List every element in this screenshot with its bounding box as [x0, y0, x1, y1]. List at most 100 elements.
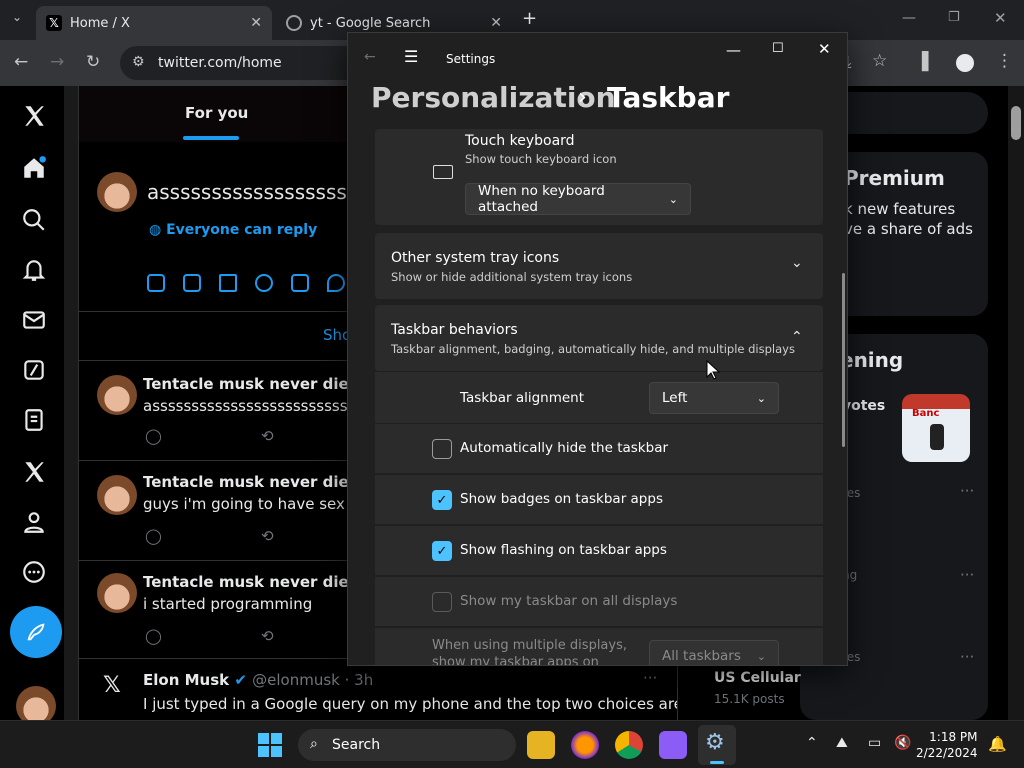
reload-icon[interactable]: ↻ [86, 52, 100, 72]
reply-setting[interactable]: ◍ Everyone can reply [149, 222, 317, 238]
behaviors-subtitle: Taskbar alignment, badging, automaticall… [391, 342, 795, 356]
trend-text[interactable]: votes [842, 398, 885, 414]
tab-close-icon[interactable]: ✕ [490, 15, 502, 31]
flashing-checkbox[interactable]: ✓ [432, 541, 452, 561]
flashing-row[interactable]: ✓ Show flashing on taskbar apps [375, 525, 823, 575]
badges-row[interactable]: ✓ Show badges on taskbar apps [375, 474, 823, 524]
restore-icon[interactable]: ❐ [948, 10, 960, 25]
settings-window: ← ☰ Settings — ☐ ✕ Personalization › Tas… [347, 32, 848, 666]
other-tray-icons-section[interactable]: Other system tray icons Show or hide add… [375, 233, 823, 299]
avatar[interactable] [97, 475, 137, 515]
trend-image[interactable]: Banc [902, 394, 970, 462]
badges-checkbox[interactable]: ✓ [432, 490, 452, 510]
chevron-down-icon[interactable]: ⌄ [791, 255, 803, 271]
media-icon[interactable] [147, 274, 165, 292]
retweet-icon[interactable]: ⟲ [261, 527, 274, 545]
page-scrollbar[interactable] [1008, 86, 1024, 720]
compose-input[interactable]: asssssssssssssssssss [147, 180, 357, 204]
site-info-icon[interactable]: ⚙ [132, 54, 145, 70]
chrome-icon[interactable] [615, 731, 643, 759]
clock[interactable]: 1:18 PM 2/22/2024 [916, 729, 978, 761]
profile-icon[interactable] [956, 54, 974, 72]
feed-scrollbar[interactable] [64, 86, 78, 720]
more-options-icon[interactable]: ··· [643, 669, 657, 687]
touch-keyboard-title: Touch keyboard [465, 133, 575, 149]
page-scrollbar-thumb[interactable] [1011, 106, 1021, 140]
close-window-icon[interactable]: ✕ [994, 9, 1007, 27]
minimize-icon[interactable]: — [726, 41, 741, 59]
maximize-icon[interactable]: ☐ [772, 41, 784, 56]
explore-search-icon[interactable] [14, 200, 54, 240]
minimize-icon[interactable]: — [902, 10, 916, 26]
more-options-icon[interactable]: ··· [960, 648, 974, 666]
address-bar[interactable]: ⚙ twitter.com/home [120, 46, 380, 80]
new-tab-button[interactable]: + [522, 8, 537, 29]
touch-keyboard-dropdown[interactable]: When no keyboard attached ⌄ [465, 183, 691, 215]
more-options-icon[interactable]: ··· [960, 482, 974, 500]
compose-post-button[interactable] [10, 606, 62, 658]
tweet-handle[interactable]: @elonmusk · 3h [252, 671, 373, 689]
more-options-icon[interactable]: ··· [960, 566, 974, 584]
chevron-up-icon[interactable]: ⌃ [791, 329, 803, 345]
time: 1:18 PM [929, 730, 978, 744]
taskbar-behaviors-section[interactable]: Taskbar behaviors Taskbar alignment, bad… [375, 305, 823, 371]
tab-search-icon[interactable]: ⌄ [12, 10, 22, 24]
premium-x-icon[interactable] [14, 452, 54, 492]
grok-icon[interactable] [14, 350, 54, 390]
file-explorer-icon[interactable] [527, 731, 555, 759]
back-arrow-icon[interactable]: ← [364, 49, 376, 65]
tweet-author[interactable]: Elon Musk [143, 671, 229, 689]
display-icon[interactable]: ▭ [868, 735, 881, 751]
settings-scrollbar[interactable] [842, 273, 845, 447]
tab-close-icon[interactable]: ✕ [250, 15, 262, 31]
hamburger-menu-icon[interactable]: ☰ [404, 47, 418, 66]
retweet-icon[interactable]: ⟲ [261, 627, 274, 645]
tab-home-x[interactable]: 𝕏 Home / X ✕ [36, 6, 272, 40]
tweet-author[interactable]: Tentacle musk never dies [143, 375, 358, 393]
chevron-up-icon[interactable]: ⌃ [806, 735, 818, 751]
settings-app-active[interactable]: ⚙ [698, 725, 736, 765]
auto-hide-row[interactable]: Automatically hide the taskbar [375, 423, 823, 473]
notifications-bell-icon[interactable] [14, 250, 54, 290]
avatar[interactable] [97, 375, 137, 415]
x-logo-icon[interactable] [14, 96, 54, 136]
avatar[interactable] [97, 573, 137, 613]
emoji-icon[interactable] [255, 274, 273, 292]
all-displays-row: Show my taskbar on all displays [375, 576, 823, 626]
taskbar-search[interactable]: ⌕ Search [298, 729, 516, 761]
schedule-icon[interactable] [291, 274, 309, 292]
tweet-author[interactable]: Tentacle musk never dies [143, 473, 358, 491]
messages-envelope-icon[interactable] [14, 300, 54, 340]
reply-icon[interactable]: ◯ [145, 427, 162, 445]
trend-name[interactable]: US Cellular [714, 670, 801, 686]
side-panel-icon[interactable]: ▌ [922, 52, 935, 72]
visual-studio-icon[interactable] [659, 731, 687, 759]
gif-icon[interactable] [183, 274, 201, 292]
auto-hide-checkbox[interactable] [432, 439, 452, 459]
location-icon[interactable] [327, 274, 345, 292]
profile-person-icon[interactable] [14, 502, 54, 542]
start-icon[interactable] [258, 733, 282, 757]
retweet-icon[interactable]: ⟲ [261, 427, 274, 445]
avatar[interactable] [97, 172, 137, 212]
window-title: Settings [446, 52, 496, 66]
lists-icon[interactable] [14, 400, 54, 440]
poll-icon[interactable] [219, 274, 237, 292]
close-icon[interactable]: ✕ [818, 40, 831, 58]
back-icon[interactable]: ← [14, 52, 28, 72]
home-icon[interactable] [14, 148, 54, 188]
menu-dots-icon[interactable]: ⋮ [996, 51, 1013, 71]
firefox-icon[interactable] [571, 731, 599, 759]
alignment-dropdown[interactable]: Left ⌄ [649, 382, 779, 414]
tab-for-you[interactable]: For you [185, 104, 248, 122]
volume-muted-icon[interactable]: 🔇 [894, 735, 911, 751]
notification-bell-icon[interactable]: 🔔 [988, 735, 1007, 753]
tweet[interactable]: 𝕏 Elon Musk ✔ @elonmusk · 3h I just type… [79, 658, 677, 720]
reply-icon[interactable]: ◯ [145, 527, 162, 545]
network-icon[interactable]: ⛰ [836, 735, 848, 751]
reply-icon[interactable]: ◯ [145, 627, 162, 645]
more-circle-icon[interactable] [14, 552, 54, 592]
bookmark-star-icon[interactable]: ☆ [872, 51, 887, 71]
forward-icon[interactable]: → [50, 52, 64, 72]
tweet-author[interactable]: Tentacle musk never dies [143, 573, 358, 591]
